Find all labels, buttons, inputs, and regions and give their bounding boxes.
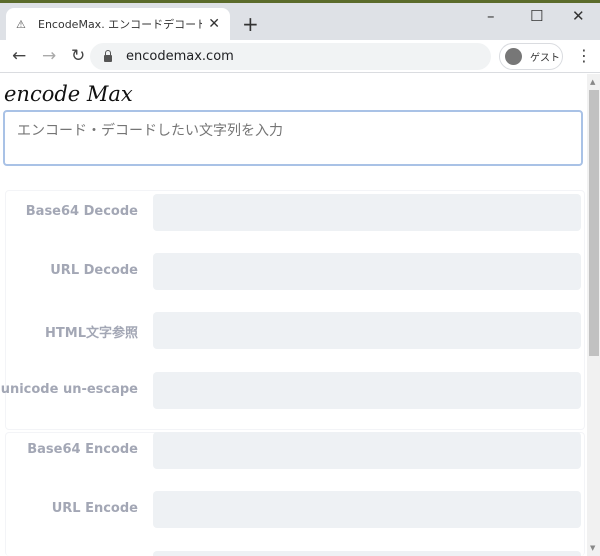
unicode-unescape-output[interactable] [153, 372, 581, 409]
base64-encode-output[interactable] [153, 432, 581, 469]
page-content: encode Max Base64 Decode URL Decode HTML… [0, 74, 587, 556]
site-favicon-icon: ⚠ [16, 17, 26, 31]
source-text-input[interactable] [3, 110, 583, 166]
profile-label: ゲスト [530, 53, 560, 64]
address-bar[interactable]: encodemax.com [90, 43, 491, 70]
row-label: URL Encode [51, 501, 138, 516]
back-icon[interactable]: ← [12, 46, 26, 66]
row-unicode-unescape: unicode un-escape [0, 372, 585, 409]
minimize-button[interactable]: – [487, 7, 495, 25]
scrollbar-thumb[interactable] [589, 90, 599, 356]
row-base64-decode: Base64 Decode [0, 194, 585, 231]
row-label: HTML文字参照 [45, 326, 138, 341]
avatar-icon [505, 48, 522, 65]
html-entity-output[interactable] [153, 312, 581, 349]
next-output[interactable] [153, 551, 581, 556]
row-base64-encode: Base64 Encode [0, 432, 585, 469]
base64-decode-output[interactable] [153, 194, 581, 231]
menu-icon[interactable]: ⋮ [576, 46, 592, 65]
tab-title: EncodeMax. エンコードデコードをリアルタイム [38, 18, 203, 31]
row-label: URL Decode [50, 263, 138, 278]
tab-strip: ⚠ EncodeMax. エンコードデコードをリアルタイム ✕ + – ☐ ✕ [0, 3, 600, 40]
window-close-button[interactable]: ✕ [572, 7, 585, 25]
scroll-up-icon[interactable]: ▲ [590, 78, 595, 86]
row-url-decode: URL Decode [0, 253, 585, 290]
url-text: encodemax.com [126, 49, 234, 64]
profile-button[interactable]: ゲスト [499, 43, 563, 70]
tab-encodemax[interactable]: ⚠ EncodeMax. エンコードデコードをリアルタイム ✕ [6, 8, 230, 40]
page-title: encode Max [4, 82, 133, 106]
row-next [0, 551, 585, 556]
row-label: Base64 Encode [27, 442, 138, 457]
forward-icon[interactable]: → [42, 46, 56, 66]
row-label: unicode un-escape [0, 382, 138, 397]
scrollbar[interactable]: ▲ ▼ [587, 74, 600, 556]
url-encode-output[interactable] [153, 491, 581, 528]
row-label: Base64 Decode [25, 204, 138, 219]
new-tab-button[interactable]: + [242, 12, 259, 36]
row-html-entity: HTML文字参照 [0, 312, 585, 349]
url-decode-output[interactable] [153, 253, 581, 290]
row-url-encode: URL Encode [0, 491, 585, 528]
scroll-down-icon[interactable]: ▼ [590, 544, 595, 552]
maximize-button[interactable]: ☐ [530, 7, 543, 25]
lock-icon [104, 50, 112, 62]
tab-close-icon[interactable]: ✕ [208, 16, 220, 32]
browser-toolbar: ← → ↻ encodemax.com ゲスト ⋮ [0, 40, 600, 73]
reload-icon[interactable]: ↻ [71, 46, 85, 66]
